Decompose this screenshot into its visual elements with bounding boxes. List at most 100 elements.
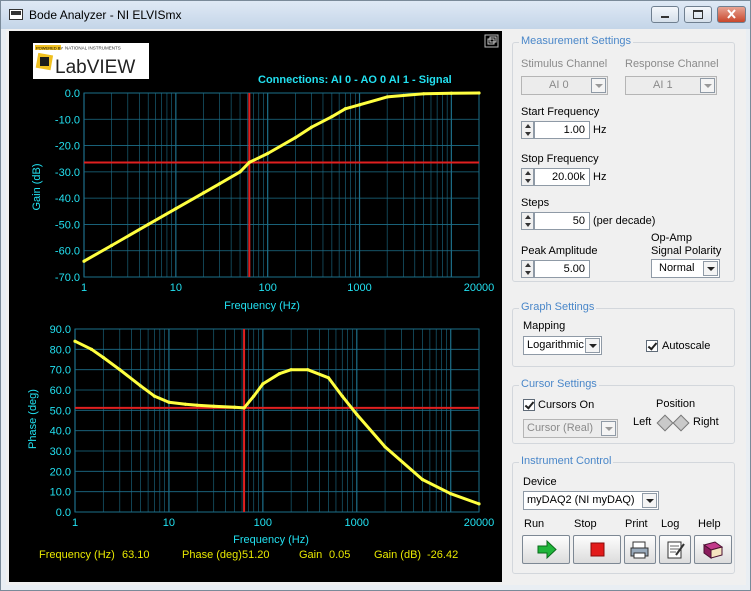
minimize-button[interactable]	[651, 6, 679, 23]
cursor-settings-title: Cursor Settings	[519, 378, 599, 390]
phase-data-point	[195, 403, 199, 407]
phase-x-tick-label: 1000	[345, 517, 369, 529]
print-button[interactable]	[624, 535, 656, 564]
log-notepad-icon	[667, 541, 685, 559]
gain-data-point	[330, 115, 334, 119]
readout-gain-value: 0.05	[329, 549, 350, 561]
connections-label: Connections: AI 0 - AO 0 AI 1 - Signal	[258, 74, 452, 86]
phase-data-point	[252, 394, 256, 398]
mapping-select[interactable]: Logarithmic	[523, 336, 602, 355]
phase-data-point	[212, 404, 216, 408]
phase-data-point	[289, 368, 293, 372]
phase-data-point	[118, 368, 122, 372]
steps-unit: (per decade)	[593, 215, 656, 227]
gain-data-point	[146, 222, 150, 227]
bode-plots: POWERED BY NATIONAL INSTRUMENTS LabVIEW …	[27, 34, 499, 561]
autoscale-checkbox[interactable]	[646, 340, 658, 352]
help-button[interactable]	[694, 535, 732, 564]
peak-amplitude-spinner[interactable]	[521, 260, 534, 278]
stop-frequency-spinner[interactable]	[521, 168, 534, 186]
gain-trace	[83, 91, 480, 263]
start-frequency-unit: Hz	[593, 124, 607, 136]
cursor-mode-select[interactable]: Cursor (Real)	[523, 419, 618, 438]
gain-data-point	[422, 92, 426, 96]
start-frequency-spinner[interactable]	[521, 121, 534, 139]
signal-polarity-value: Normal	[659, 262, 695, 274]
phase-data-point	[420, 477, 425, 482]
phase-x-tick-label: 1	[72, 517, 78, 529]
stop-frequency-input[interactable]: 20.00k	[534, 168, 590, 186]
phase-x-axis-label: Frequency (Hz)	[233, 534, 309, 546]
readout-gain-db-label: Gain (dB)	[374, 549, 421, 561]
logo-powered-by: POWERED BY	[36, 46, 63, 51]
position-label: Position	[656, 398, 696, 410]
chevron-down-icon	[585, 338, 600, 353]
log-button[interactable]	[659, 535, 691, 564]
phase-data-point	[101, 355, 105, 360]
gain-data-point	[293, 136, 297, 140]
chevron-down-icon	[591, 78, 606, 93]
phase-data-point	[73, 339, 77, 343]
gain-y-tick-label: -20.0	[55, 141, 80, 153]
position-left-label: Left	[633, 416, 652, 428]
phase-y-tick-label: 90.0	[50, 324, 71, 336]
phase-data-point	[326, 376, 331, 380]
peak-amplitude-label: Peak Amplitude	[521, 245, 598, 257]
gain-data-point	[218, 182, 222, 186]
stop-square-icon	[590, 542, 605, 557]
phase-y-tick-label: 30.0	[50, 446, 71, 458]
gain-data-point	[477, 91, 481, 95]
steps-input[interactable]: 50	[534, 212, 590, 230]
cursor-right-diamond-button[interactable]	[672, 414, 690, 432]
phase-plot-frame	[74, 328, 480, 513]
response-channel-select[interactable]: AI 1	[625, 76, 717, 95]
position-right-label: Right	[693, 416, 719, 428]
readout-frequency-value: 63.10	[122, 549, 150, 561]
maximize-button[interactable]	[684, 6, 712, 23]
gain-x-tick-label: 1	[81, 282, 87, 294]
stop-button[interactable]	[573, 535, 621, 564]
cursor-left-diamond-button[interactable]	[656, 414, 674, 432]
phase-data-point	[383, 445, 387, 449]
readout-phase-label: Phase (deg)	[182, 549, 242, 561]
help-label: Help	[698, 518, 721, 530]
stimulus-channel-value: AI 0	[549, 79, 569, 91]
close-button[interactable]	[717, 6, 746, 23]
gain-data-point	[247, 160, 251, 164]
gain-data-point	[238, 170, 242, 174]
phase-data-point	[355, 412, 359, 416]
gain-y-tick-label: -30.0	[55, 167, 80, 179]
title-bar[interactable]: Bode Analyzer - NI ELVISmx	[1, 1, 750, 29]
phase-y-tick-label: 20.0	[50, 466, 71, 478]
phase-y-tick-label: 10.0	[50, 487, 71, 499]
instrument-control-title: Instrument Control	[519, 455, 614, 467]
peak-amplitude-input[interactable]: 5.00	[534, 260, 590, 278]
stop-label: Stop	[574, 518, 597, 530]
print-label: Print	[625, 518, 648, 530]
run-button[interactable]	[522, 535, 570, 564]
chevron-down-icon	[601, 421, 616, 436]
phase-x-tick-label: 10	[163, 517, 175, 529]
start-frequency-input[interactable]: 1.00	[534, 121, 590, 139]
run-label: Run	[524, 518, 545, 530]
graph-settings-title: Graph Settings	[519, 301, 597, 313]
cursors-on-label: Cursors On	[538, 399, 595, 411]
stop-frequency-unit: Hz	[593, 171, 607, 183]
chevron-down-icon	[703, 261, 718, 276]
steps-label: Steps	[521, 197, 550, 209]
gain-y-tick-label: -10.0	[55, 114, 80, 126]
steps-spinner[interactable]	[521, 212, 534, 230]
stimulus-channel-select[interactable]: AI 0	[521, 76, 608, 95]
labview-logo: POWERED BY NATIONAL INSTRUMENTS LabVIEW	[33, 43, 149, 79]
cursors-on-checkbox[interactable]	[523, 399, 535, 411]
gain-data-point	[343, 107, 347, 111]
gain-data-point	[266, 151, 270, 156]
cursor-mode-value: Cursor (Real)	[527, 422, 594, 434]
gain-graph: 0.0 -10.0 -20.0 -30.0 -40.0 -50.0 -60.0 -70.01 1…	[55, 88, 494, 294]
phase-y-tick-label: 50.0	[50, 405, 71, 417]
restore-plot-icon[interactable]	[484, 34, 499, 48]
device-select[interactable]: myDAQ2 (NI myDAQ)	[523, 491, 659, 510]
measurement-settings-group: Measurement Settings Stimulus Channel AI…	[512, 35, 735, 282]
gain-data-point	[110, 243, 114, 248]
signal-polarity-select[interactable]: Normal	[651, 259, 720, 278]
